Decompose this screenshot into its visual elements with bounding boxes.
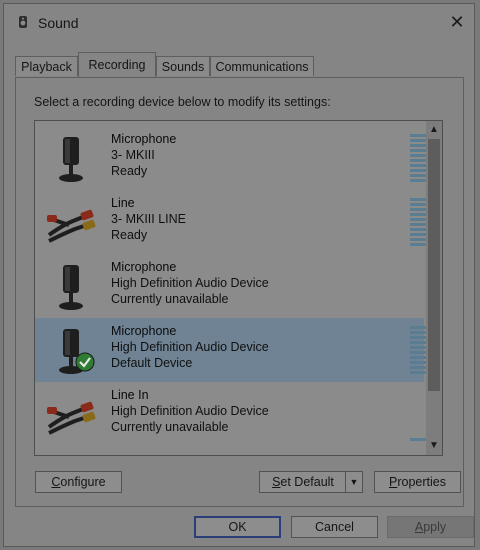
speaker-app-icon: [19, 16, 27, 28]
device-text: Line 3- MKIII LINE Ready: [111, 195, 186, 243]
vertical-scrollbar[interactable]: ▲ ▼: [426, 121, 442, 455]
title-bar: Sound ✕: [4, 4, 474, 40]
tab-communications[interactable]: Communications: [210, 56, 314, 76]
device-name: Microphone: [111, 260, 177, 274]
line-cable-icon: [47, 401, 96, 435]
device-detail: High Definition Audio Device: [111, 340, 269, 354]
device-name: Line In: [111, 388, 149, 402]
device-item-microphone-hd[interactable]: Microphone High Definition Audio Device …: [35, 254, 424, 318]
instruction-text: Select a recording device below to modif…: [34, 95, 331, 109]
sound-dialog: Sound ✕ Playback Recording Sounds Commun…: [3, 3, 475, 547]
set-default-button[interactable]: Set Default ▼: [259, 471, 363, 493]
tab-recording[interactable]: Recording: [78, 52, 156, 78]
device-status: Currently unavailable: [111, 292, 229, 306]
device-item-microphone-mkiii[interactable]: Microphone 3- MKIII Ready: [35, 126, 427, 190]
properties-button[interactable]: Properties: [374, 471, 461, 493]
line-cable-icon: [47, 209, 96, 243]
device-text: Microphone High Definition Audio Device …: [111, 323, 269, 371]
device-item-microphone-default[interactable]: Microphone High Definition Audio Device …: [35, 318, 427, 382]
device-name: Microphone: [111, 324, 177, 338]
microphone-icon: [59, 137, 83, 182]
chevron-down-icon[interactable]: ▼: [345, 472, 362, 492]
level-meter: [410, 198, 427, 246]
level-meter: [410, 134, 427, 182]
checkmark-icon: [75, 352, 95, 372]
device-status: Ready: [111, 164, 148, 178]
device-detail: High Definition Audio Device: [111, 276, 269, 290]
level-meter: [410, 326, 427, 374]
device-list: Microphone 3- MKIII Ready Line 3- MKIII …: [34, 120, 443, 456]
close-button[interactable]: ✕: [444, 10, 470, 34]
level-meter: [410, 438, 427, 442]
device-text: Microphone 3- MKIII Ready: [111, 131, 176, 179]
scroll-thumb[interactable]: [428, 139, 440, 391]
device-name: Microphone: [111, 132, 177, 146]
configure-button[interactable]: Configure: [35, 471, 122, 493]
device-detail: High Definition Audio Device: [111, 404, 269, 418]
apply-button[interactable]: Apply: [387, 516, 474, 538]
cancel-button[interactable]: Cancel: [291, 516, 378, 538]
window-title: Sound: [38, 15, 79, 31]
device-detail: 3- MKIII: [111, 148, 155, 162]
tab-playback[interactable]: Playback: [15, 56, 78, 76]
device-item-line-in[interactable]: Line In High Definition Audio Device Cur…: [35, 382, 427, 446]
device-text: Microphone High Definition Audio Device …: [111, 259, 269, 307]
recording-panel: Select a recording device below to modif…: [15, 77, 464, 507]
microphone-icon: [59, 265, 83, 310]
ok-button[interactable]: OK: [194, 516, 281, 538]
scroll-up-icon[interactable]: ▲: [426, 122, 442, 138]
device-status: Ready: [111, 228, 148, 242]
tab-sounds[interactable]: Sounds: [156, 56, 210, 76]
scroll-down-icon[interactable]: ▼: [426, 438, 442, 454]
device-detail: 3- MKIII LINE: [111, 212, 187, 226]
device-status: Currently unavailable: [111, 420, 229, 434]
device-item-line-mkiii[interactable]: Line 3- MKIII LINE Ready: [35, 190, 427, 254]
device-status: Default Device: [111, 356, 193, 370]
device-text: Line In High Definition Audio Device Cur…: [111, 387, 269, 435]
device-name: Line: [111, 196, 135, 210]
